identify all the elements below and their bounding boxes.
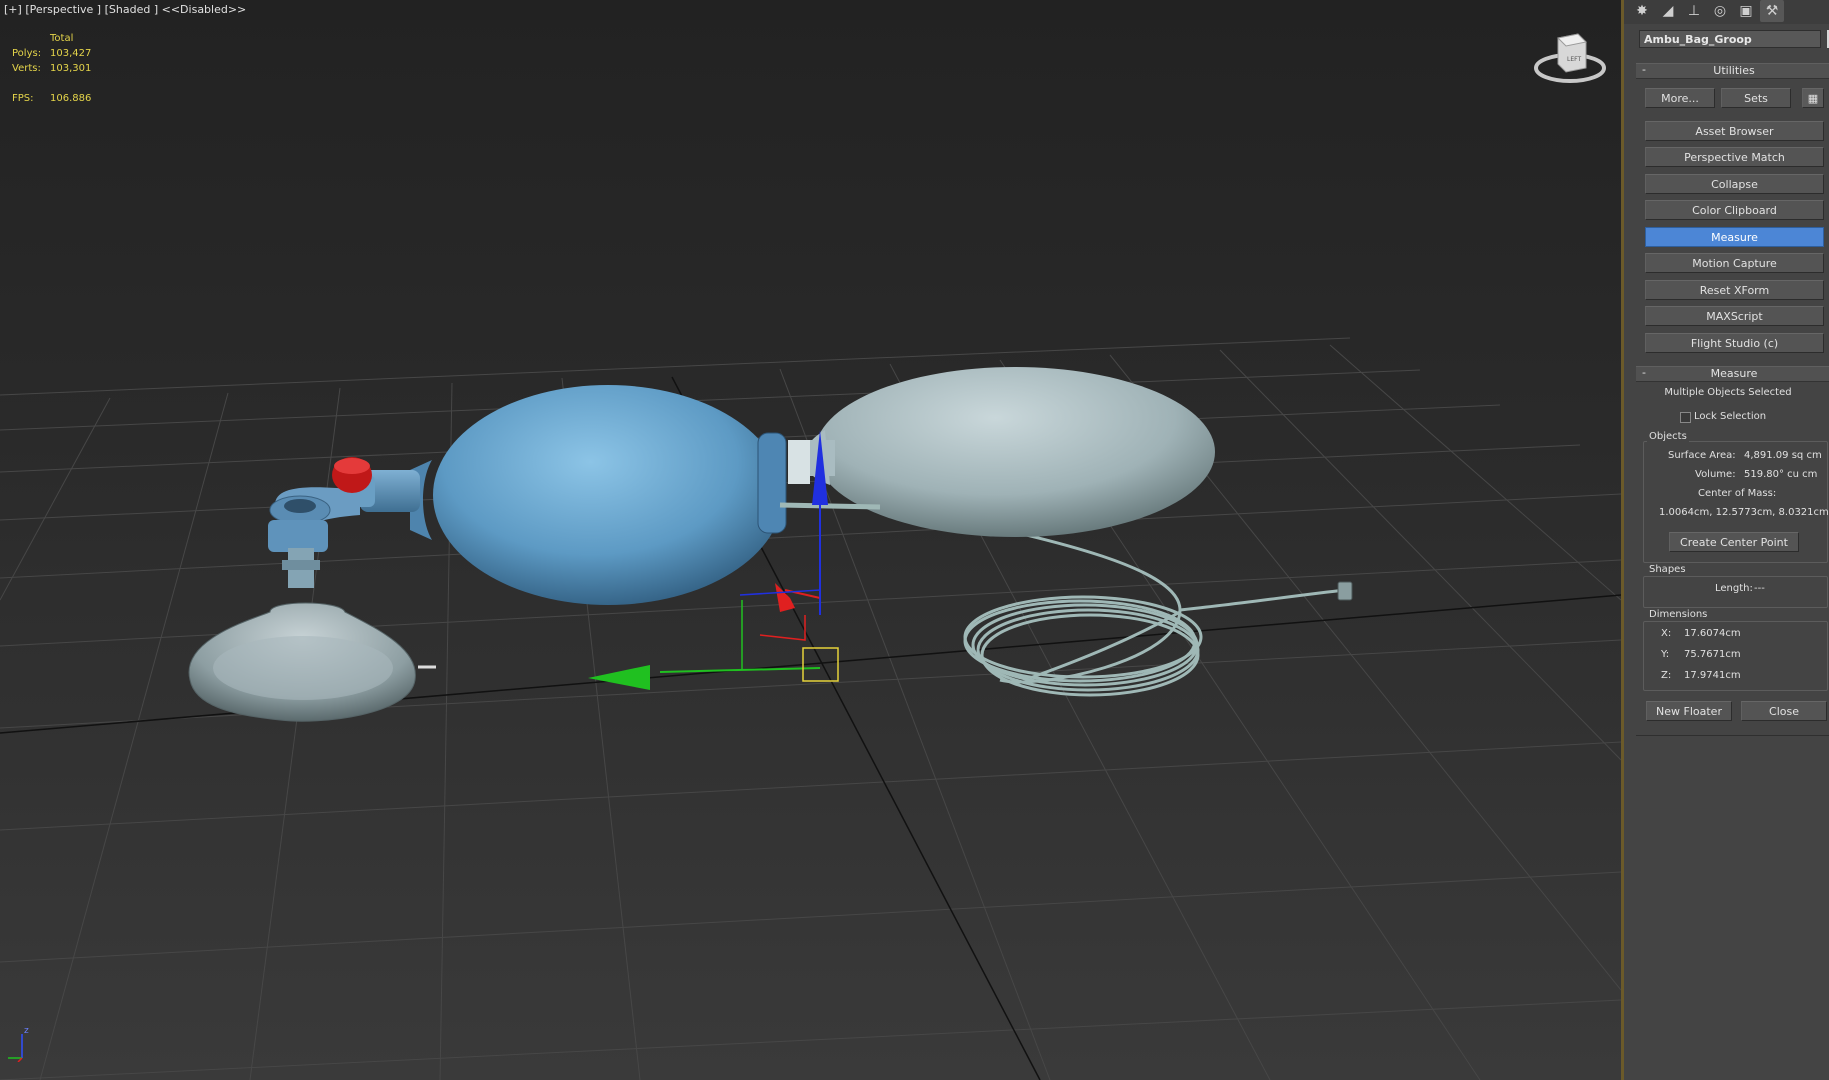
create-center-point-button[interactable]: Create Center Point [1669,532,1799,552]
viewport-stats: Total Polys: 103,427 Verts: 103,301 FPS:… [12,31,110,106]
volume-value: 519.80° cu cm [1744,469,1818,480]
bag-ring [757,432,787,534]
more-button[interactable]: More... [1645,88,1715,108]
surface-area-label: Surface Area: [1668,450,1736,461]
utility-collapse[interactable]: Collapse [1645,174,1824,194]
display-icon[interactable]: ▣ [1734,0,1758,22]
tube-connector [1337,581,1353,601]
panel-divider [1636,735,1829,736]
utility-flight-studio[interactable]: Flight Studio (c) [1645,333,1824,353]
stats-total-header: Total [50,33,74,44]
measure-rollout-header[interactable]: - Measure [1636,366,1829,382]
center-of-mass-label: Center of Mass: [1698,488,1777,499]
fps-label: FPS: [12,93,34,104]
dimensions-group-title: Dimensions [1647,609,1710,620]
utility-reset-xform[interactable]: Reset XForm [1645,280,1824,300]
dim-x-label: X: [1661,628,1672,639]
viewport-menu-view[interactable]: [Perspective ] [25,3,101,16]
close-button[interactable]: Close [1741,701,1827,721]
dim-y-label: Y: [1661,649,1670,660]
length-value: --- [1754,583,1765,594]
hierarchy-icon[interactable]: ⊥ [1682,0,1706,22]
utility-perspective-match[interactable]: Perspective Match [1645,147,1824,167]
lock-selection-label: Lock Selection [1694,411,1767,422]
utility-asset-browser[interactable]: Asset Browser [1645,121,1824,141]
configure-sets-icon[interactable]: ▦ [1802,88,1824,108]
shapes-group-title: Shapes [1647,564,1688,575]
length-label: Length: [1715,583,1753,594]
volume-label: Volume: [1695,469,1736,480]
command-panel-tabs: ✸ ◢ ⊥ ◎ ▣ ⚒ [1624,0,1829,24]
motion-icon[interactable]: ◎ [1708,0,1732,22]
viewport-label[interactable]: [+] [Perspective ] [Shaded ] <<Disabled>… [4,3,246,16]
utilities-header-label: Utilities [1713,64,1755,77]
reservoir-bag [815,367,1215,537]
collapse-icon[interactable]: - [1642,63,1646,77]
dim-x-value: 17.6074cm [1684,628,1741,639]
object-name-field[interactable]: Ambu_Bag_Groop [1639,30,1821,48]
utility-measure[interactable]: Measure [1645,227,1824,247]
viewport-menu-shading[interactable]: [Shaded ] [105,3,159,16]
create-icon[interactable]: ✸ [1630,0,1654,22]
dim-z-label: Z: [1661,670,1672,681]
verts-value: 103,301 [50,63,92,74]
surface-area-value: 4,891.09 sq cm [1744,450,1822,461]
utility-maxscript[interactable]: MAXScript [1645,306,1824,326]
viewport-menu-disabled[interactable]: <<Disabled>> [162,3,247,16]
ventilation-bag [433,385,783,605]
objects-group-title: Objects [1647,431,1689,442]
fps-value: 106.886 [50,93,92,104]
polys-label: Polys: [12,48,42,59]
viewport-menu-plus[interactable]: [+] [4,3,22,16]
scene-canvas[interactable] [0,0,1621,1080]
utilities-rollout-header[interactable]: - Utilities [1636,63,1829,79]
verts-label: Verts: [12,63,41,74]
selection-status: Multiple Objects Selected [1664,387,1792,398]
dim-y-value: 75.7671cm [1684,649,1741,660]
collapse-icon[interactable]: - [1642,366,1646,380]
polys-value: 103,427 [50,48,92,59]
modify-icon[interactable]: ◢ [1656,0,1680,22]
utility-motion-capture[interactable]: Motion Capture [1645,253,1824,273]
command-panel: ✸ ◢ ⊥ ◎ ▣ ⚒ Ambu_Bag_Groop - Utilities M… [1621,0,1829,1080]
measure-header-label: Measure [1710,367,1758,380]
utility-color-clipboard[interactable]: Color Clipboard [1645,200,1824,220]
sets-button[interactable]: Sets [1721,88,1791,108]
utilities-icon[interactable]: ⚒ [1760,0,1784,22]
lock-selection-checkbox[interactable] [1680,412,1691,423]
perspective-viewport[interactable]: [+] [Perspective ] [Shaded ] <<Disabled>… [0,0,1621,1080]
center-of-mass-value: 1.0064cm, 12.5773cm, 8.0321cm [1659,507,1829,518]
axis-tripod: z [8,1026,29,1062]
viewcube-face-label: LEFT [1567,56,1581,63]
dim-z-value: 17.9741cm [1684,670,1741,681]
tripod-z-label: z [24,1026,29,1036]
new-floater-button[interactable]: New Floater [1646,701,1732,721]
viewcube[interactable]: LEFT [1530,28,1610,88]
